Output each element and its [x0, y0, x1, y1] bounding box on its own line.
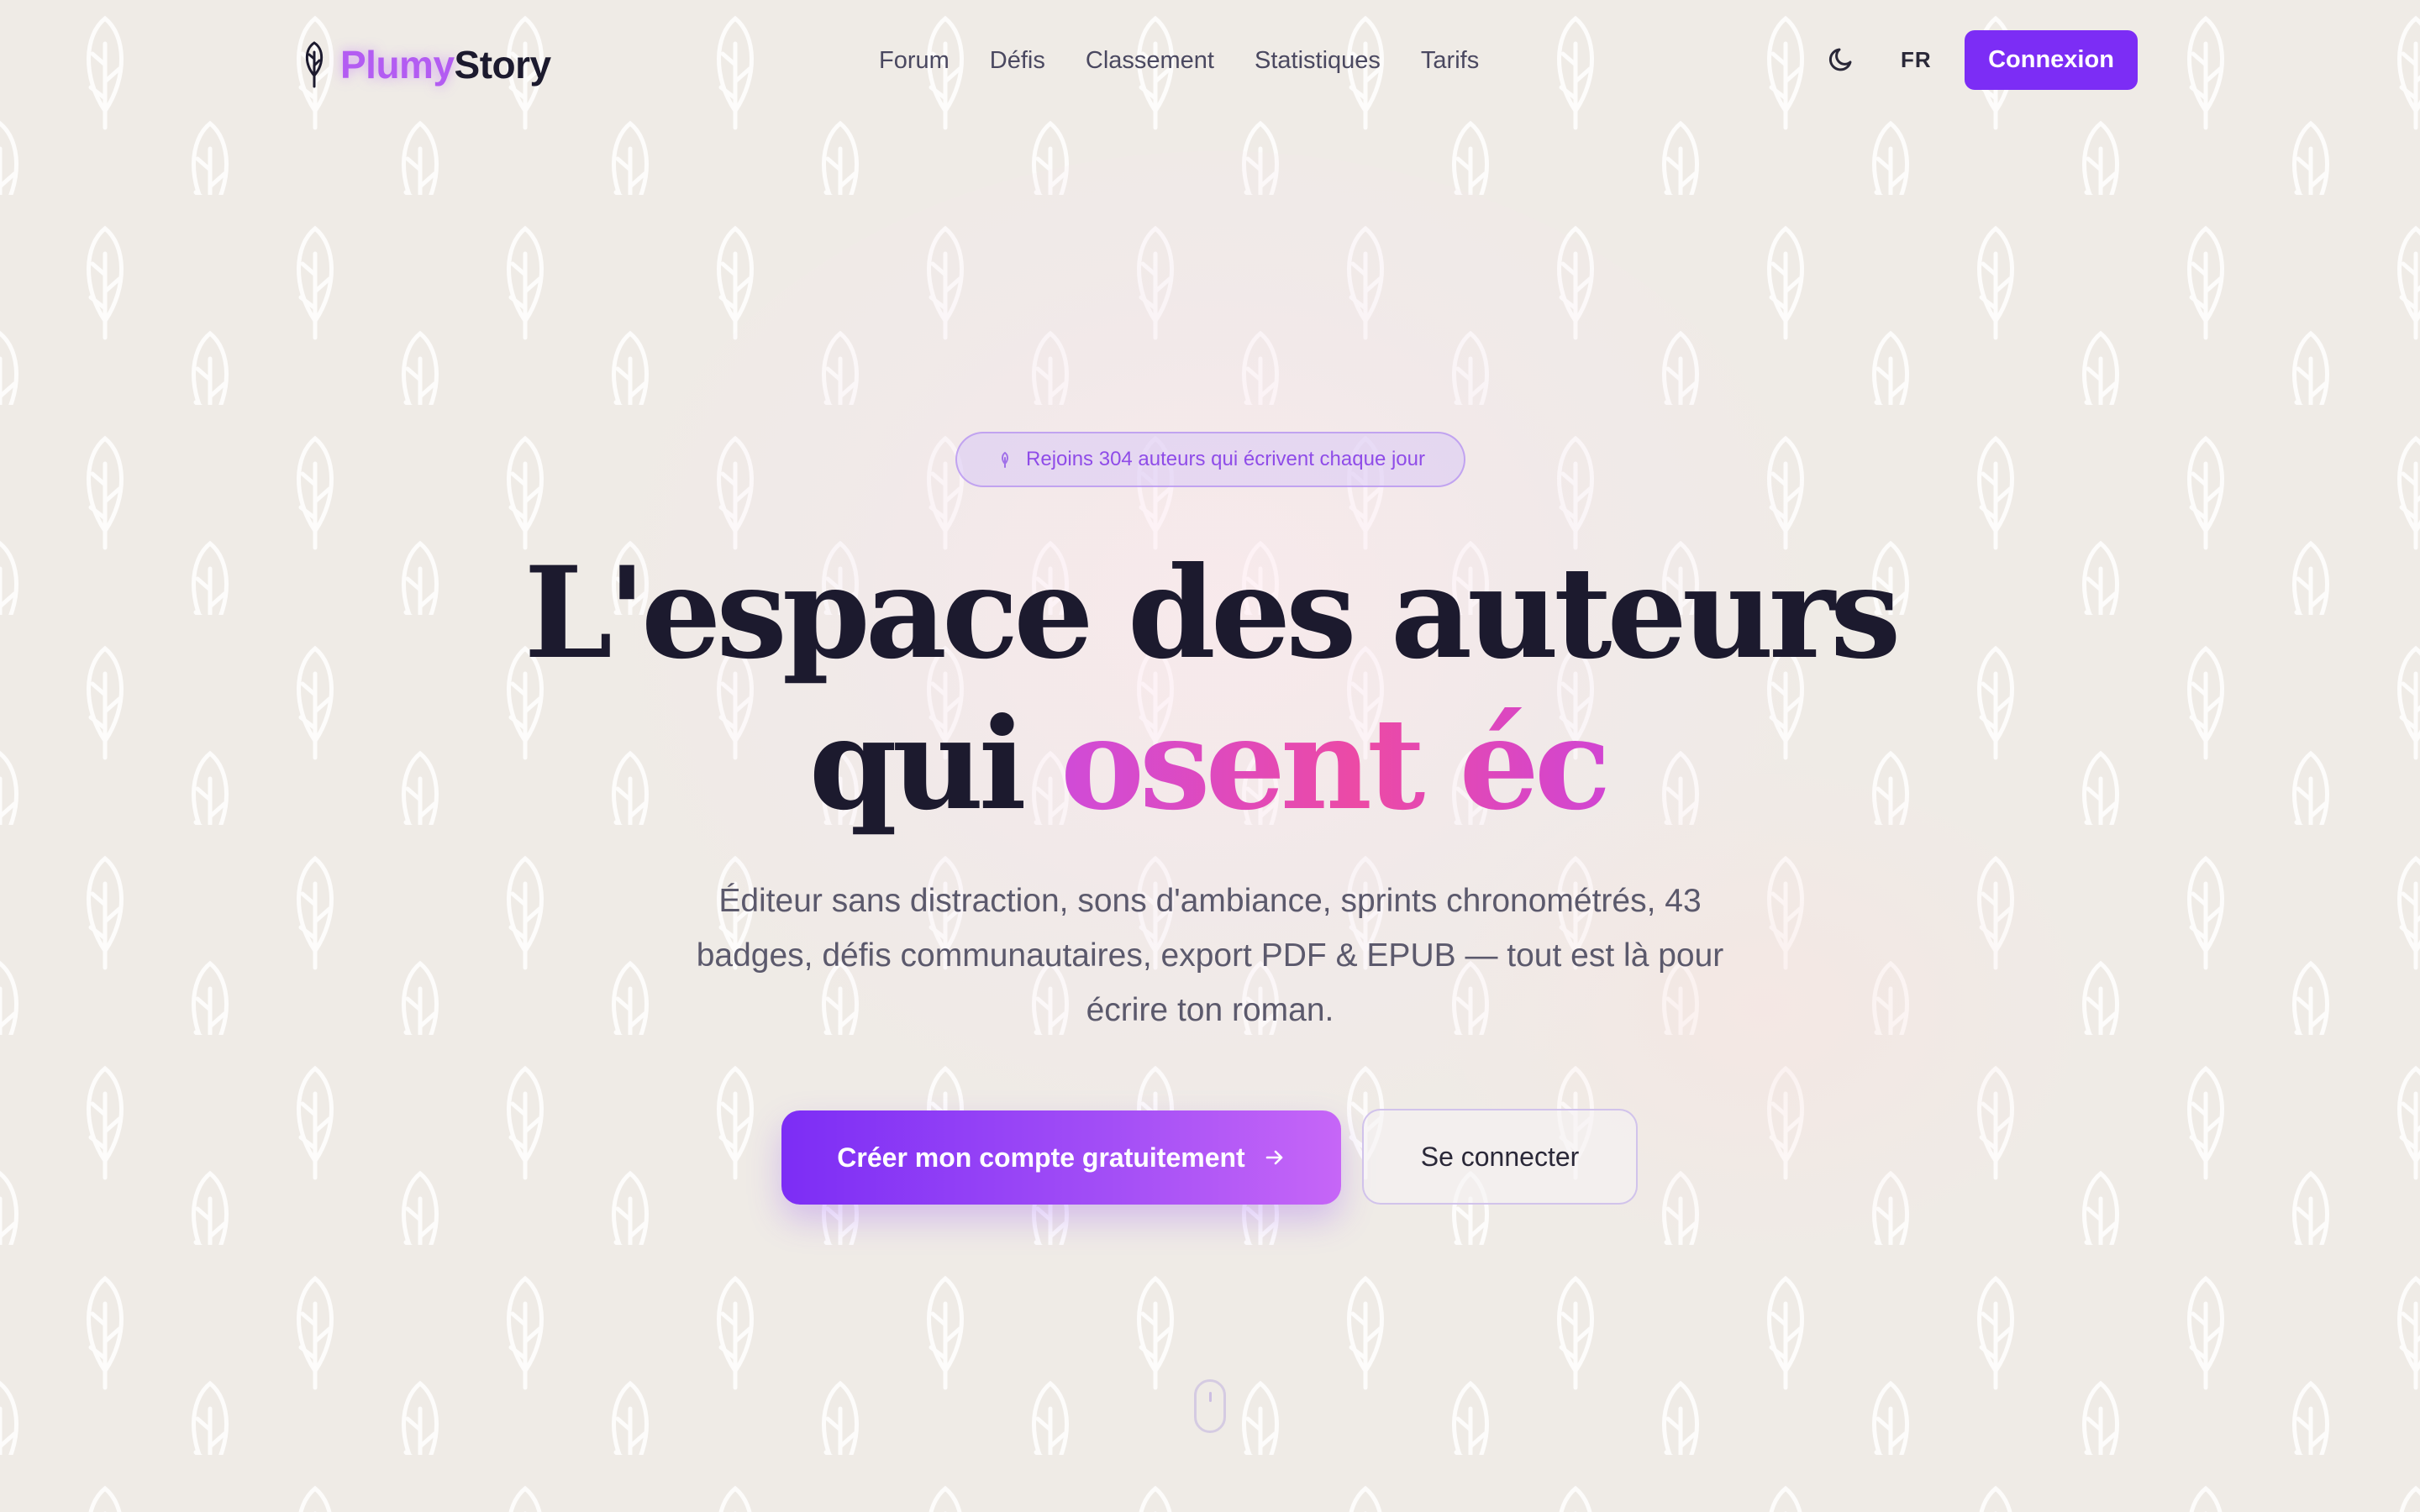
brand-name-part2: Story	[454, 43, 552, 87]
sign-in-button[interactable]: Se connecter	[1362, 1109, 1638, 1205]
nav-item-statistiques[interactable]: Statistiques	[1255, 44, 1381, 77]
create-account-label: Créer mon compte gratuitement	[837, 1142, 1245, 1173]
feather-logo-icon	[305, 41, 324, 88]
brand-logo[interactable]: PlumyStory	[298, 35, 551, 94]
language-switcher[interactable]: FR	[1901, 47, 1932, 73]
hero-subtitle: Éditeur sans distraction, sons d'ambianc…	[696, 883, 1724, 1028]
community-badge-text: Rejoins 304 auteurs qui écrivent chaque …	[1026, 448, 1425, 470]
community-badge: Rejoins 304 auteurs qui écrivent chaque …	[955, 432, 1465, 487]
moon-icon[interactable]	[1825, 42, 1859, 76]
nav-item-tarifs[interactable]: Tarifs	[1421, 44, 1479, 77]
brand-name: PlumyStory	[340, 42, 551, 87]
sparkle-icon	[1002, 451, 1009, 468]
hero-title-plain: qui	[808, 690, 1027, 838]
mouse-scroll-icon	[1194, 1379, 1226, 1433]
hero-title-highlight: osent éc	[1060, 690, 1611, 838]
hero-title-line1: L'espace des auteurs	[523, 539, 1902, 687]
create-account-button[interactable]: Créer mon compte gratuitement	[781, 1110, 1341, 1205]
main-nav: Forum Défis Classement Statistiques Tari…	[879, 44, 1479, 77]
login-button[interactable]: Connexion	[1965, 30, 2138, 90]
nav-item-forum[interactable]: Forum	[879, 44, 950, 77]
site-header: PlumyStory Forum Défis Classement Statis…	[0, 0, 2420, 126]
typing-cursor	[1606, 707, 1611, 816]
hero-section: Rejoins 304 auteurs qui écrivent chaque …	[0, 0, 2420, 1512]
hero-title-line2: qui osent éc	[0, 689, 2420, 840]
nav-item-defis[interactable]: Défis	[990, 44, 1045, 77]
arrow-right-icon	[1265, 1150, 1283, 1165]
nav-item-classement[interactable]: Classement	[1086, 44, 1214, 77]
brand-name-part1: Plumy	[340, 43, 455, 87]
